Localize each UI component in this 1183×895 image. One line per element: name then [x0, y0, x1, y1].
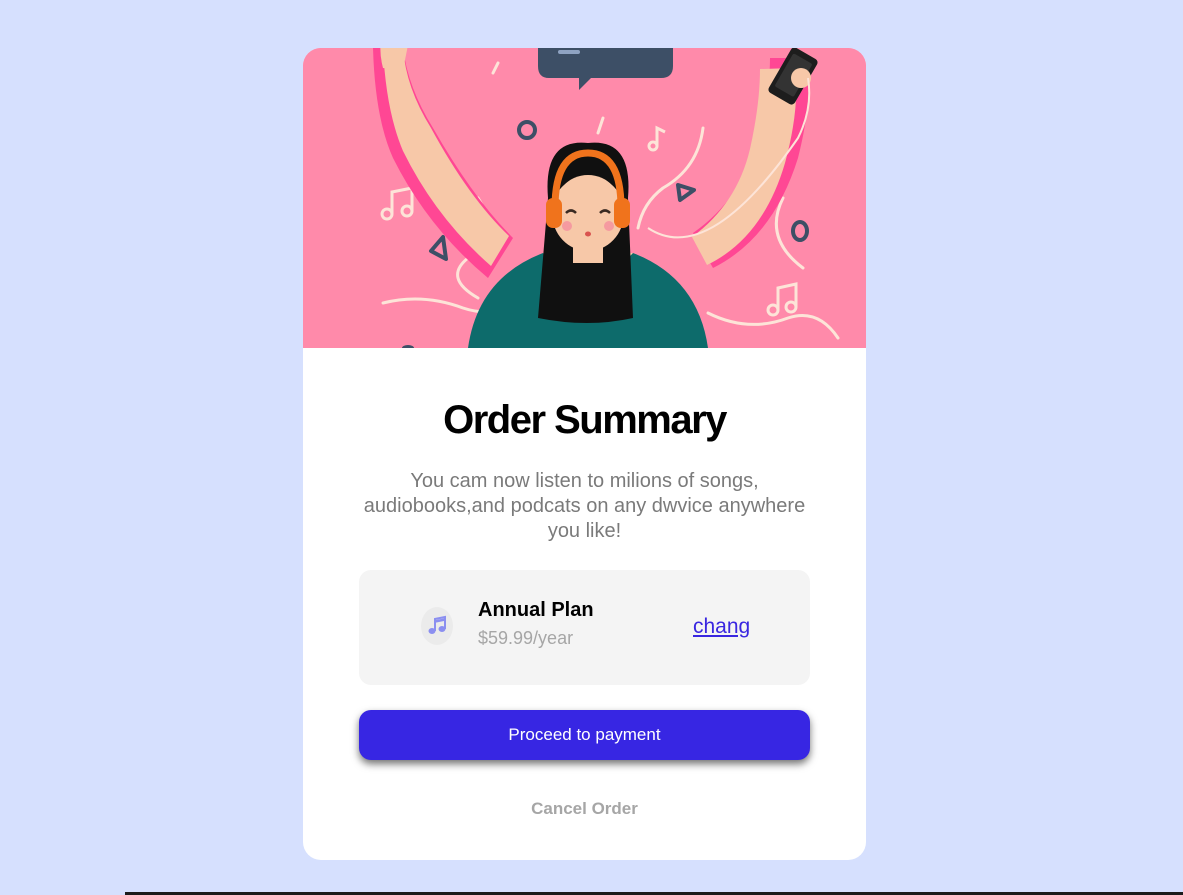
change-plan-link[interactable]: chang: [693, 615, 750, 639]
order-summary-card: Order Summary You cam now listen to mili…: [303, 48, 866, 860]
music-note-icon: [421, 607, 453, 645]
cancel-order-button[interactable]: Cancel Order: [303, 799, 866, 819]
page-title: Order Summary: [443, 398, 727, 442]
proceed-to-payment-button[interactable]: Proceed to payment: [359, 710, 810, 760]
plan-box: Annual Plan $59.99/year chang: [359, 570, 810, 685]
order-description: You cam now listen to milions of songs, …: [363, 470, 806, 542]
plan-price: $59.99/year: [478, 628, 574, 648]
hero-illustration: [303, 48, 866, 348]
plan-name: Annual Plan: [478, 599, 594, 621]
